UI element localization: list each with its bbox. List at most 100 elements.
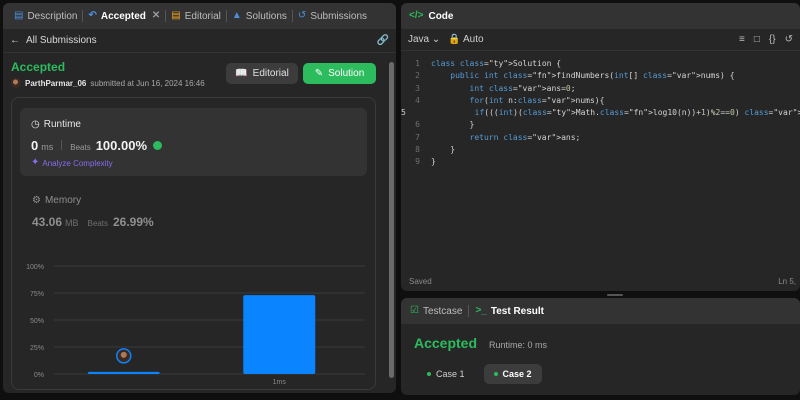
y-tick-label: 0% — [34, 372, 44, 379]
link-icon[interactable]: 🔗 — [377, 35, 389, 46]
code-line[interactable]: 3 int class="var">ans=0; — [401, 83, 800, 95]
close-icon[interactable]: ✕ — [152, 11, 160, 21]
tab-description[interactable]: ▤ Description — [9, 11, 82, 22]
tab-editorial[interactable]: ▤ Editorial — [166, 11, 226, 22]
runtime-value: 0 — [31, 138, 39, 153]
code-line[interactable]: 2 public int class="fn">findNumbers(int[… — [401, 70, 800, 82]
analyze-label: Analyze Complexity — [42, 158, 113, 168]
runtime-distribution-chart: 0% 25% 50% 75% 100% 1ms — [26, 264, 365, 386]
flame-icon — [153, 141, 163, 150]
y-tick-label: 100% — [26, 264, 44, 271]
language-select[interactable]: Java ⌄ — [408, 34, 440, 45]
bar — [87, 371, 160, 374]
memory-unit: MB — [65, 218, 79, 228]
editorial-button[interactable]: 📖 Editorial — [226, 63, 298, 84]
solution-button[interactable]: ✎ Solution — [303, 63, 376, 84]
code-text: public int class="fn">findNumbers(int[] … — [450, 71, 735, 81]
tab-label: Solutions — [245, 10, 287, 22]
tab-label: Accepted — [100, 10, 146, 22]
sparkle-icon: ✦ — [31, 157, 40, 168]
code-text: } — [431, 120, 475, 130]
code-line[interactable]: 4 for(int n:class="var">nums){ — [401, 95, 800, 107]
memory-label[interactable]: ⚙ Memory — [32, 195, 81, 206]
line-number: 2 — [415, 71, 420, 81]
editorial-button-label: Editorial — [252, 68, 289, 79]
code-text: int class="var">ans=0; — [469, 83, 576, 93]
mode-label: Auto — [462, 34, 484, 45]
submission-header: Accepted ParthParmar_06 submitted at Jun… — [11, 60, 205, 88]
history-icon: ↶ — [88, 10, 97, 21]
case-2-tab[interactable]: Case 2 — [483, 364, 542, 384]
resize-handle[interactable] — [607, 294, 623, 296]
code-line[interactable]: 1 class class="ty">Solution { — [401, 58, 800, 70]
code-editor-panel: </> Code Java ⌄ 🔒 Auto ≡ □ {} ↺ 1 class c… — [401, 3, 800, 291]
memory-label-text: Memory — [44, 195, 82, 206]
tab-solutions[interactable]: ▲ Solutions — [227, 11, 292, 22]
runtime-label: ◷ Runtime — [31, 119, 81, 130]
language-controls: Java ⌄ 🔒 Auto — [408, 34, 484, 45]
code-text: return class="var">ans; — [469, 132, 581, 142]
all-submissions-link[interactable]: ← All Submissions — [10, 35, 97, 46]
line-number: 5 — [401, 108, 406, 118]
case-label: Case 2 — [502, 369, 532, 379]
scrollbar-thumb[interactable] — [389, 62, 394, 378]
beats-label: Beats — [70, 143, 91, 152]
editor-tools: ≡ □ {} ↺ — [739, 34, 793, 45]
memory-value: 43.06 — [32, 215, 63, 229]
format-icon[interactable]: ≡ — [739, 34, 745, 45]
tab-testcase[interactable]: ☑ Testcase — [410, 306, 462, 317]
runtime-card[interactable]: ◷ Runtime 0 ms Beats 100.00% ✦ Analyze C… — [20, 108, 367, 176]
username[interactable]: ParthParmar_06 — [25, 79, 86, 88]
code-icon: </> — [409, 10, 424, 21]
bookmark-icon[interactable]: □ — [754, 34, 760, 45]
code-text: for(int n:class="var">nums){ — [469, 95, 605, 105]
submitted-time: submitted at Jun 16, 2024 16:46 — [90, 78, 205, 88]
tab-label: Description — [27, 10, 78, 22]
chip-icon: ⚙ — [32, 194, 41, 206]
case-label: Case 1 — [436, 369, 465, 379]
line-number: 9 — [415, 157, 420, 167]
line-number: 6 — [415, 120, 420, 130]
auto-mode[interactable]: 🔒 Auto — [448, 34, 483, 45]
line-number: 8 — [415, 145, 420, 155]
code-line[interactable]: 8 } — [401, 144, 800, 156]
analyze-complexity-link[interactable]: ✦ Analyze Complexity — [31, 158, 113, 168]
case-1-tab[interactable]: Case 1 — [417, 364, 475, 384]
code-text: class class="ty">Solution { — [431, 59, 562, 68]
case-tabs: Case 1 Case 2 — [417, 364, 542, 384]
clock-icon: ◷ — [31, 118, 40, 130]
braces-icon[interactable]: {} — [769, 34, 776, 45]
flask-icon: ▲ — [231, 10, 242, 21]
editor-toolbar: Java ⌄ 🔒 Auto ≡ □ {} ↺ — [401, 29, 800, 51]
code-line[interactable]: 9} — [401, 156, 800, 168]
bar — [243, 295, 316, 374]
description-icon: ▤ — [14, 10, 24, 21]
code-area[interactable]: 1 class class="ty">Solution {2 public int… — [401, 58, 800, 169]
edit-icon: ✎ — [314, 67, 324, 79]
reset-icon[interactable]: ↺ — [785, 34, 793, 45]
tab-divider — [468, 305, 470, 317]
y-tick-label: 25% — [30, 345, 44, 352]
avatar[interactable] — [11, 78, 21, 88]
runtime-values: 0 ms Beats 100.00% — [31, 138, 163, 153]
runtime-unit: ms — [41, 142, 54, 152]
runtime-label-text: Runtime — [43, 119, 81, 130]
tab-submissions[interactable]: ↺ Submissions — [293, 11, 372, 22]
tab-test-result[interactable]: >_ Test Result — [475, 306, 544, 317]
tab-label: Editorial — [184, 10, 221, 22]
language-label: Java — [408, 34, 430, 45]
checkbox-icon: ☑ — [410, 305, 419, 316]
result-runtime: Runtime: 0 ms — [489, 340, 548, 350]
submitter-line: ParthParmar_06 submitted at Jun 16, 2024… — [11, 78, 205, 88]
code-line[interactable]: 5 if(((int)(class="ty">Math.class="fn">l… — [401, 107, 800, 119]
result-accepted: Accepted — [414, 335, 478, 351]
cursor-position: Ln 5, — [778, 277, 796, 286]
line-number: 3 — [415, 83, 420, 93]
code-line[interactable]: 7 return class="var">ans; — [401, 132, 800, 144]
editor-header: </> Code — [401, 3, 800, 29]
tab-accepted[interactable]: ↶ Accepted ✕ — [83, 11, 165, 22]
memory-beats-value: 26.99% — [113, 215, 154, 229]
left-tabbar: ▤ Description ↶ Accepted ✕ ▤ Editorial ▲… — [3, 3, 396, 29]
code-line[interactable]: 6 } — [401, 119, 800, 131]
solution-button-label: Solution — [328, 68, 365, 79]
